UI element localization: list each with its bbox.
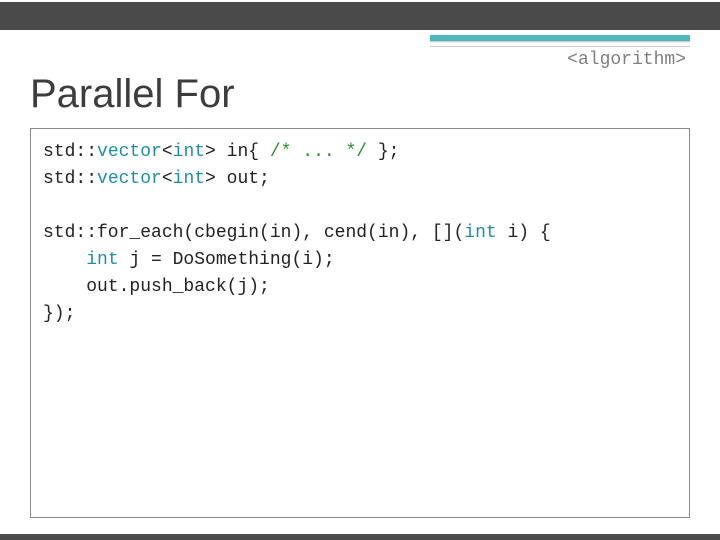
code-keyword: int <box>173 169 205 189</box>
code-block: std::vector<int> in{ /* ... */ }; std::v… <box>30 128 690 518</box>
page-title: Parallel For <box>30 72 235 117</box>
code-keyword: int <box>173 142 205 162</box>
code-text: < <box>162 169 173 189</box>
code-type: vector <box>97 142 162 162</box>
code-text: }); <box>43 304 75 324</box>
code-text: < <box>162 142 173 162</box>
code-keyword: int <box>464 223 496 243</box>
code-text: std::for_each(cbegin(in), cend(in), []( <box>43 223 464 243</box>
code-text: i) { <box>497 223 551 243</box>
code-text: > out; <box>205 169 270 189</box>
accent-thin-line <box>430 46 690 47</box>
code-comment: /* ... */ <box>270 142 367 162</box>
code-type: vector <box>97 169 162 189</box>
header-library-label: <algorithm> <box>567 50 686 70</box>
top-stripe <box>0 0 720 30</box>
code-text: > in{ <box>205 142 270 162</box>
code-text <box>43 250 86 270</box>
code-text: }; <box>367 142 399 162</box>
code-text: std:: <box>43 169 97 189</box>
accent-bar <box>430 35 690 41</box>
code-text: j = DoSomething(i); <box>119 250 335 270</box>
footer-stripe <box>0 534 720 540</box>
code-text: std:: <box>43 142 97 162</box>
code-text: out.push_back(j); <box>43 277 270 297</box>
code-keyword: int <box>86 250 118 270</box>
